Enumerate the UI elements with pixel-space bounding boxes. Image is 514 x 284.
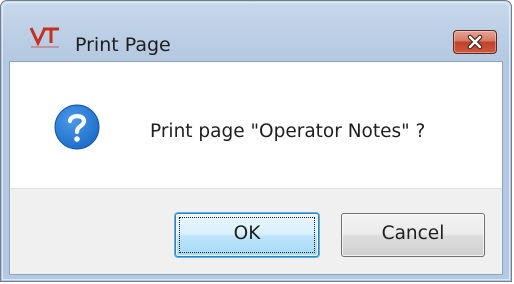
- ok-button-label: OK: [233, 223, 261, 244]
- dialog-message: Print page "Operator Notes" ?: [150, 121, 426, 142]
- window-title: Print Page: [75, 34, 171, 56]
- dialog-body: Print page "Operator Notes" ? OK Cancel: [9, 61, 503, 275]
- question-icon: [54, 104, 100, 150]
- print-page-dialog: Print Page Print page "Operator Notes" ?…: [0, 0, 512, 282]
- close-button[interactable]: [453, 30, 497, 54]
- cancel-button[interactable]: Cancel: [341, 213, 485, 257]
- button-bar: OK Cancel: [10, 188, 502, 274]
- cancel-button-label: Cancel: [381, 223, 445, 244]
- message-area: Print page "Operator Notes" ?: [10, 62, 502, 188]
- vt-logo-icon: [29, 25, 61, 51]
- title-bar[interactable]: Print Page: [1, 1, 511, 61]
- ok-button[interactable]: OK: [175, 213, 319, 257]
